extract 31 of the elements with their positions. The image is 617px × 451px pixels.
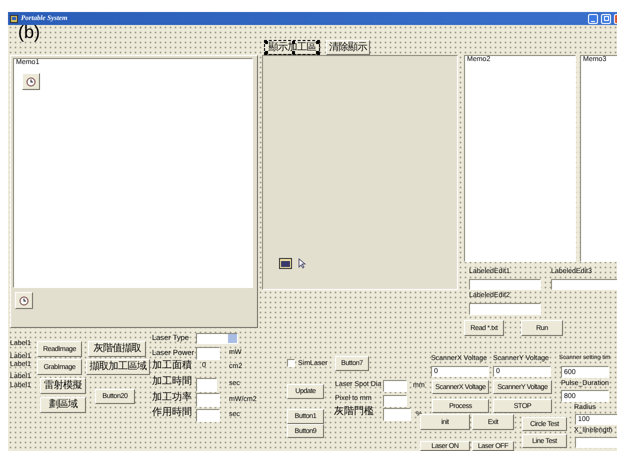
input-field[interactable] [196, 409, 220, 422]
input-field[interactable] [196, 393, 220, 407]
combo-box[interactable] [196, 333, 238, 344]
input-field[interactable] [196, 378, 217, 392]
input-field[interactable] [575, 437, 617, 448]
form-button[interactable]: 顯示加工區 [264, 40, 320, 55]
input-field[interactable] [551, 279, 617, 290]
app-icon [10, 14, 18, 22]
form-caption: 作用時間 [152, 408, 192, 418]
form-caption: 加工時間 [152, 377, 192, 387]
maximize-button[interactable] [601, 14, 611, 24]
form-button[interactable]: 清除顯示 [326, 40, 370, 55]
form-button[interactable]: 劃區域 [40, 397, 86, 413]
timer-icon [15, 292, 33, 309]
timer-icon [22, 73, 40, 90]
input-field[interactable] [469, 279, 541, 290]
form-label: 灰階門檻 [334, 407, 374, 417]
pointer-icon [297, 258, 307, 269]
input-field[interactable] [469, 303, 541, 315]
form-button[interactable]: 雷射模擬 [40, 378, 86, 394]
form-caption: 加工面積 [152, 361, 192, 371]
input-field[interactable] [383, 380, 407, 392]
form-button[interactable]: 擷取加工區域 [86, 359, 150, 375]
input-field[interactable] [196, 347, 220, 360]
figure-label: (b) [18, 23, 40, 41]
input-field[interactable] [383, 395, 407, 407]
form-button[interactable]: 灰階值擷取 [88, 341, 146, 357]
input-field[interactable] [383, 408, 411, 421]
minimize-button[interactable] [588, 14, 598, 24]
checkbox[interactable] [287, 359, 295, 367]
form-caption: 加工功率 [152, 393, 192, 403]
